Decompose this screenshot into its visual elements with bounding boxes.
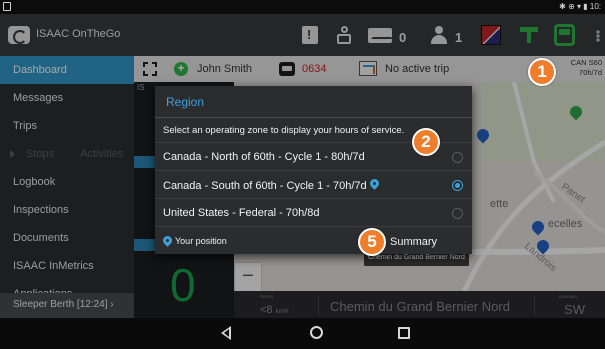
radio-button[interactable] (452, 152, 463, 163)
region-option-canada-south[interactable]: Canada - South of 60th - Cycle 1 - 70h/7… (155, 170, 472, 198)
divider (155, 117, 472, 118)
dialog-title: Region (166, 95, 205, 109)
home-icon[interactable] (310, 326, 323, 339)
radio-button[interactable] (452, 208, 463, 219)
callout-badge: 2 (412, 128, 440, 156)
android-nav-bar (0, 318, 605, 349)
region-option-label: Canada - South of 60th - Cycle 1 - 70h/7… (163, 179, 379, 192)
recents-icon[interactable] (398, 327, 410, 339)
region-option-label: United States - Federal - 70h/8d (163, 207, 320, 219)
back-icon[interactable] (221, 326, 231, 340)
callout-badge: 5 (358, 228, 386, 256)
status-bar: ✱ ⊕ ▾ ▮ 10: (0, 0, 605, 14)
dialog-footer: Your position Summary (155, 226, 472, 254)
region-dialog: Region Select an operating zone to displ… (155, 86, 472, 254)
app-screen: ✱ ⊕ ▾ ▮ 10: ISAAC OnTheGo 0 1 Dashboard … (0, 0, 605, 349)
position-legend: Your position (175, 236, 227, 246)
dialog-prompt: Select an operating zone to display your… (163, 125, 405, 136)
notification-icon (3, 2, 11, 11)
callout-badge: 1 (528, 58, 556, 86)
region-option-label: Canada - North of 60th - Cycle 1 - 80h/7… (163, 151, 365, 163)
location-pin-icon (163, 236, 172, 247)
radio-button-selected[interactable] (452, 180, 463, 191)
current-position-icon (370, 179, 379, 190)
region-option-us-federal[interactable]: United States - Federal - 70h/8d (155, 198, 472, 226)
region-option-text: Canada - South of 60th - Cycle 1 - 70h/7… (163, 180, 367, 192)
map-road-label: Chemin du Grand Bernier Nord (364, 252, 469, 266)
status-bar-indicators: ✱ ⊕ ▾ ▮ 10: (559, 2, 601, 11)
